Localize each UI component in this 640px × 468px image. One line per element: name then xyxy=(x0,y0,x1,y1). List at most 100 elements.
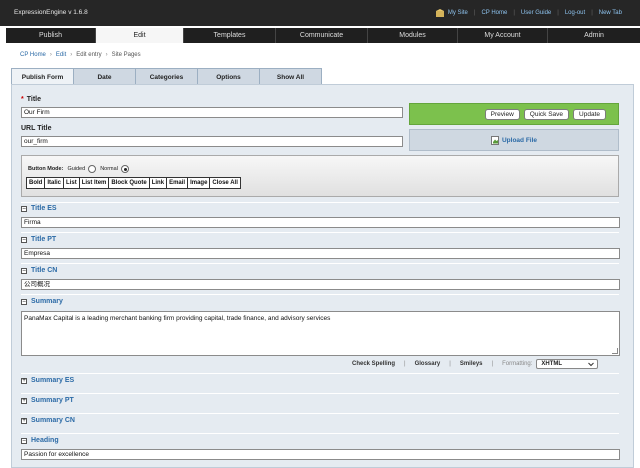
glossary-link[interactable]: Glossary xyxy=(415,361,441,367)
cp-home-link[interactable]: CP Home xyxy=(481,10,507,16)
breadcrumb-separator: › xyxy=(105,52,108,58)
my-site-link[interactable]: My Site xyxy=(448,10,468,16)
expand-icon[interactable]: + xyxy=(21,418,27,424)
summary-heading[interactable]: Summary xyxy=(31,298,63,305)
summary-tools: Check Spelling | Glossary | Smileys | Fo… xyxy=(352,359,599,369)
formatting-select[interactable]: XHTML xyxy=(536,359,599,369)
tab-options[interactable]: Options xyxy=(197,68,260,85)
user-guide-link[interactable]: User Guide xyxy=(521,10,551,16)
email-button[interactable]: Email xyxy=(167,178,189,188)
image-button[interactable]: Image xyxy=(188,178,211,188)
top-link-separator: | xyxy=(513,10,515,16)
title-pt-input[interactable]: Empresa xyxy=(21,248,620,259)
heading-input[interactable]: Passion for excellence xyxy=(21,449,620,460)
block-quote-button[interactable]: Block Quote xyxy=(109,178,150,188)
check-spelling-link[interactable]: Check Spelling xyxy=(352,361,395,367)
italic-button[interactable]: Italic xyxy=(45,178,65,188)
url-title-label: URL Title xyxy=(21,125,52,132)
expand-icon[interactable]: + xyxy=(21,398,27,404)
update-button[interactable]: Update xyxy=(573,108,606,120)
summary-pt-heading[interactable]: Summary PT xyxy=(31,397,74,404)
divider xyxy=(21,232,619,233)
tab-show-all[interactable]: Show All xyxy=(259,68,322,85)
tool-separator: | xyxy=(491,361,494,367)
close-all-button[interactable]: Close All xyxy=(210,178,239,188)
top-link-separator: | xyxy=(473,10,476,16)
log-out-link[interactable]: Log-out xyxy=(565,10,585,16)
title-cn-input[interactable]: 公司概况 xyxy=(21,279,620,290)
normal-radio[interactable] xyxy=(120,165,129,173)
collapse-icon[interactable]: − xyxy=(21,237,27,243)
resize-handle-icon[interactable] xyxy=(612,348,618,354)
formatting-select-value: XHTML xyxy=(541,361,563,367)
divider xyxy=(21,202,619,203)
tab-categories[interactable]: Categories xyxy=(135,68,198,85)
top-link-separator: | xyxy=(591,10,593,16)
required-mark: * xyxy=(21,96,24,103)
breadcrumb-separator: › xyxy=(49,52,52,58)
summary-es-heading[interactable]: Summary ES xyxy=(31,377,74,384)
title-label-text: Title xyxy=(26,96,41,103)
title-es-heading[interactable]: Title ES xyxy=(31,205,57,212)
divider xyxy=(21,433,619,434)
breadcrumb-cp-home[interactable]: CP Home xyxy=(20,52,46,58)
divider xyxy=(21,263,619,264)
summary-text: PanaMax Capital is a leading merchant ba… xyxy=(24,315,331,322)
top-links: My Site | CP Home | User Guide | Log-out… xyxy=(435,9,622,17)
summary-cn-heading[interactable]: Summary CN xyxy=(31,417,75,424)
nav-my-account[interactable]: My Account xyxy=(458,28,548,43)
divider xyxy=(21,413,619,414)
nav-modules[interactable]: Modules xyxy=(368,28,458,43)
top-link-separator: | xyxy=(557,10,559,16)
title-pt-heading[interactable]: Title PT xyxy=(31,236,56,243)
list-item-button[interactable]: List Item xyxy=(80,178,110,188)
divider xyxy=(21,373,619,374)
summary-textarea[interactable]: PanaMax Capital is a leading merchant ba… xyxy=(21,311,620,356)
divider xyxy=(21,393,619,394)
button-mode-label: Button Mode: xyxy=(28,166,64,172)
formatting-toolbar: Button Mode: Guided Normal Bold Italic L… xyxy=(21,155,619,197)
title-es-input[interactable]: Firma xyxy=(21,217,620,228)
nav-edit[interactable]: Edit xyxy=(96,28,184,43)
normal-label: Normal xyxy=(100,166,118,172)
breadcrumb: CP Home › Edit › Edit entry › Site Pages xyxy=(20,52,141,58)
expand-icon[interactable]: + xyxy=(21,378,27,384)
divider xyxy=(21,294,619,295)
collapse-icon[interactable]: − xyxy=(21,438,27,444)
upload-file-box[interactable]: Upload File xyxy=(409,129,619,151)
upload-file-link[interactable]: Upload File xyxy=(502,137,537,144)
title-input[interactable]: Our Firm xyxy=(21,107,403,118)
breadcrumb-edit[interactable]: Edit xyxy=(56,52,66,58)
top-bar: ExpressionEngine v 1.6.8 My Site | CP Ho… xyxy=(0,0,640,26)
url-title-input[interactable]: our_firm xyxy=(21,136,403,147)
nav-publish[interactable]: Publish xyxy=(6,28,96,43)
guided-radio[interactable] xyxy=(88,165,97,173)
preview-button[interactable]: Preview xyxy=(484,108,520,120)
smileys-link[interactable]: Smileys xyxy=(460,361,483,367)
title-cn-heading[interactable]: Title CN xyxy=(31,267,57,274)
tab-publish-form[interactable]: Publish Form xyxy=(11,68,74,85)
publish-tabs: Publish Form Date Categories Options Sho… xyxy=(11,68,322,85)
tool-separator: | xyxy=(449,361,451,367)
new-tab-link[interactable]: New Tab xyxy=(599,10,622,16)
collapse-icon[interactable]: − xyxy=(21,299,27,305)
format-buttons: Bold Italic List List Item Block Quote L… xyxy=(26,177,241,189)
list-button[interactable]: List xyxy=(64,178,80,188)
nav-templates[interactable]: Templates xyxy=(184,28,276,43)
breadcrumb-edit-entry: Edit entry xyxy=(76,52,102,58)
link-button[interactable]: Link xyxy=(150,178,168,188)
tab-date[interactable]: Date xyxy=(73,68,136,85)
heading-heading[interactable]: Heading xyxy=(31,437,59,444)
my-site-icon xyxy=(435,9,444,17)
nav-admin[interactable]: Admin xyxy=(548,28,640,43)
nav-communicate[interactable]: Communicate xyxy=(276,28,368,43)
publish-actions: Preview Quick Save Update xyxy=(409,103,619,125)
bold-button[interactable]: Bold xyxy=(27,178,46,188)
app-name: ExpressionEngine v 1.6.8 xyxy=(14,9,88,16)
button-mode: Button Mode: Guided Normal xyxy=(28,165,133,173)
main-nav: Publish Edit Templates Communicate Modul… xyxy=(6,28,640,43)
chevron-down-icon xyxy=(588,362,595,367)
collapse-icon[interactable]: − xyxy=(21,268,27,274)
collapse-icon[interactable]: − xyxy=(21,206,27,212)
quick-save-button[interactable]: Quick Save xyxy=(523,108,570,120)
